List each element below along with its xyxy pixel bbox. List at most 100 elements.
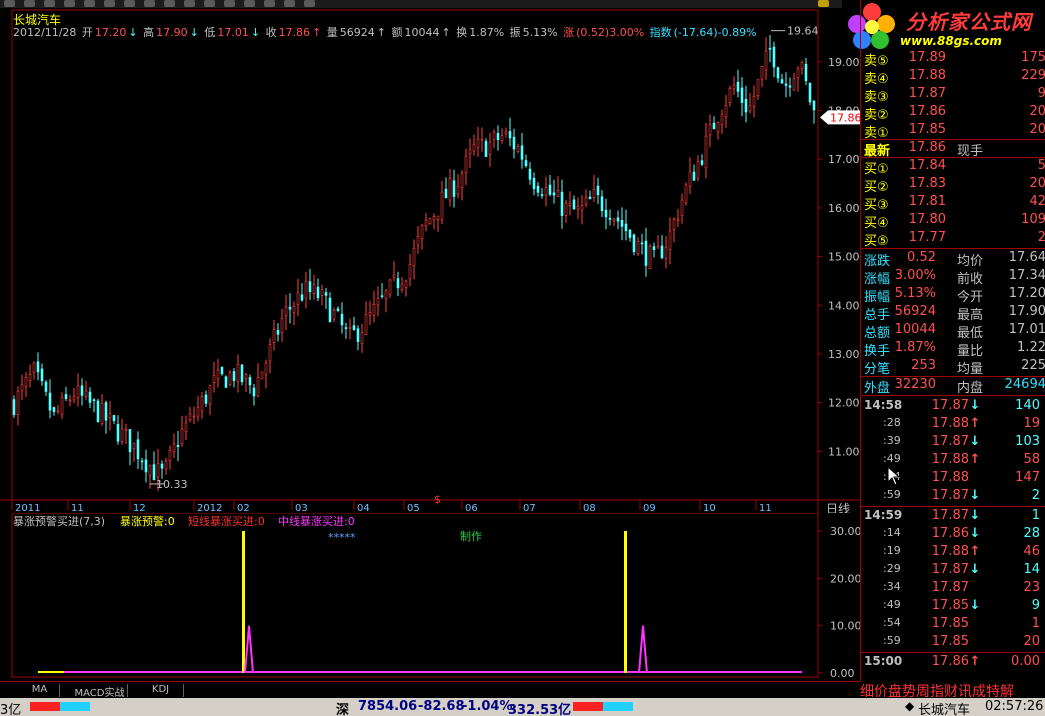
candle-body	[132, 442, 136, 450]
toolbar-icon[interactable]	[4, 0, 15, 7]
candle-body	[432, 215, 436, 221]
indicator-axis-label: 30.00	[830, 525, 860, 538]
indicator-chart[interactable]: 暴涨预警买进(7,3) 暴涨预警:0 短线暴涨买进:0 中线暴涨买进:0 ***** 制作…	[0, 513, 860, 681]
ohlc-high: 17.90	[156, 26, 188, 39]
tick-row: :34 17.87 23	[883, 580, 1040, 595]
toolbar-icon[interactable]	[144, 0, 155, 7]
status-icon: ◆	[905, 699, 915, 713]
stat-row: 涨幅 3.00% 前收 17.34	[864, 268, 1045, 287]
candle-body	[752, 96, 756, 107]
toolbar-icon[interactable]	[44, 0, 55, 7]
tick-row: 15:00 17.86 ↑ 0.00	[864, 654, 1040, 669]
stat-row: 振幅 5.13% 今开 17.20	[864, 286, 1045, 305]
order-book-row: 买② 17.83 20	[864, 176, 1045, 195]
candle-body	[672, 219, 676, 230]
order-book-row: 买③ 17.81 42	[864, 194, 1045, 213]
tab-ma[interactable]: MA	[20, 684, 60, 697]
price-axis-label: 19.00	[828, 56, 860, 69]
indicator-stars: *****	[328, 531, 356, 544]
candle-body	[28, 374, 32, 381]
candle-body	[456, 185, 460, 195]
candle-body	[84, 390, 88, 397]
candle-body	[396, 278, 400, 289]
candle-body	[600, 196, 604, 211]
candle-body	[112, 415, 116, 421]
ohlc-low: 17.01	[217, 26, 249, 39]
candle-body	[728, 87, 732, 104]
candle-body	[504, 131, 508, 135]
toolbar-icon[interactable]	[244, 0, 255, 7]
toolbar-icon[interactable]	[204, 0, 215, 7]
candle-body	[120, 428, 124, 442]
candlestick-chart[interactable]: 19.0018.0017.0016.0015.0014.0013.0012.00…	[0, 8, 860, 513]
toolbar-icon[interactable]	[104, 0, 115, 7]
tab-kdj[interactable]: KDJ	[138, 684, 184, 697]
candle-body	[116, 423, 120, 442]
toolbar-icon[interactable]	[304, 0, 315, 7]
candle-body	[92, 399, 96, 402]
candle-body	[344, 327, 348, 329]
candle-body	[256, 377, 260, 397]
candle-body	[664, 246, 668, 259]
candle-body	[800, 62, 804, 69]
candle-body	[312, 284, 316, 294]
candle-body	[416, 236, 420, 246]
period-label[interactable]: 日线	[826, 502, 850, 513]
candle-body	[76, 385, 80, 398]
price-axis-label: 17.00	[828, 153, 860, 166]
candle-body	[476, 138, 480, 148]
order-book-row: 卖③ 17.87 9	[864, 86, 1045, 105]
candle-body	[308, 281, 312, 293]
current-price-label: 17.86	[830, 111, 860, 124]
tab-macd[interactable]: MACD实战	[72, 684, 128, 699]
candle-body	[284, 306, 288, 317]
time-axis-label: 09	[643, 503, 656, 513]
candle-body	[300, 294, 304, 301]
candle-body	[152, 464, 156, 481]
status-bar-graph	[30, 702, 90, 711]
toolbar-icon[interactable]	[224, 0, 235, 7]
toolbar-icon[interactable]	[84, 0, 95, 7]
toolbar-icon[interactable]	[164, 0, 175, 7]
toolbar-icon[interactable]	[184, 0, 195, 7]
warn-spike	[624, 531, 627, 673]
tick-row: :59 17.87 ↓ 2	[883, 488, 1040, 503]
candle-body	[48, 392, 52, 411]
candle-body	[144, 459, 148, 473]
time-axis-label: 10	[703, 503, 716, 513]
candle-body	[640, 242, 644, 245]
candle-body	[224, 376, 228, 388]
candle-body	[248, 377, 252, 386]
candle-body	[768, 48, 772, 50]
ohlc-date: 2012/11/28	[13, 26, 77, 39]
toolbar-icon[interactable]	[284, 0, 295, 7]
candle-body	[128, 429, 132, 453]
mid-spike	[638, 625, 648, 674]
status-stock: 长城汽车	[918, 703, 971, 716]
candle-body	[40, 368, 44, 382]
candle-body	[288, 306, 292, 310]
candle-body	[636, 241, 640, 255]
stat-row: 总手 56924 最高 17.90	[864, 304, 1045, 323]
candle-body	[712, 122, 716, 130]
toolbar-icon[interactable]	[818, 0, 829, 7]
candle-body	[408, 264, 412, 280]
time-axis-label: 2012	[197, 503, 222, 513]
toolbar-icon[interactable]	[24, 0, 35, 7]
candle-body	[784, 83, 788, 86]
candle-body	[64, 394, 68, 399]
candle-body	[124, 429, 128, 432]
toolbar-icon[interactable]	[64, 0, 75, 7]
candle-body	[584, 197, 588, 205]
time-axis-label: 04	[357, 503, 370, 513]
mouse-cursor-icon	[887, 466, 901, 486]
candle-body	[496, 132, 500, 141]
candle-body	[448, 178, 452, 201]
toolbar-icon[interactable]	[124, 0, 135, 7]
status-amount: 332.53亿	[508, 703, 572, 716]
candle-body	[676, 218, 680, 222]
toolbar-icon[interactable]	[264, 0, 275, 7]
latest-price-row: 最新 17.86 现手	[864, 140, 984, 159]
candle-body	[744, 98, 748, 113]
candle-body	[96, 400, 100, 422]
